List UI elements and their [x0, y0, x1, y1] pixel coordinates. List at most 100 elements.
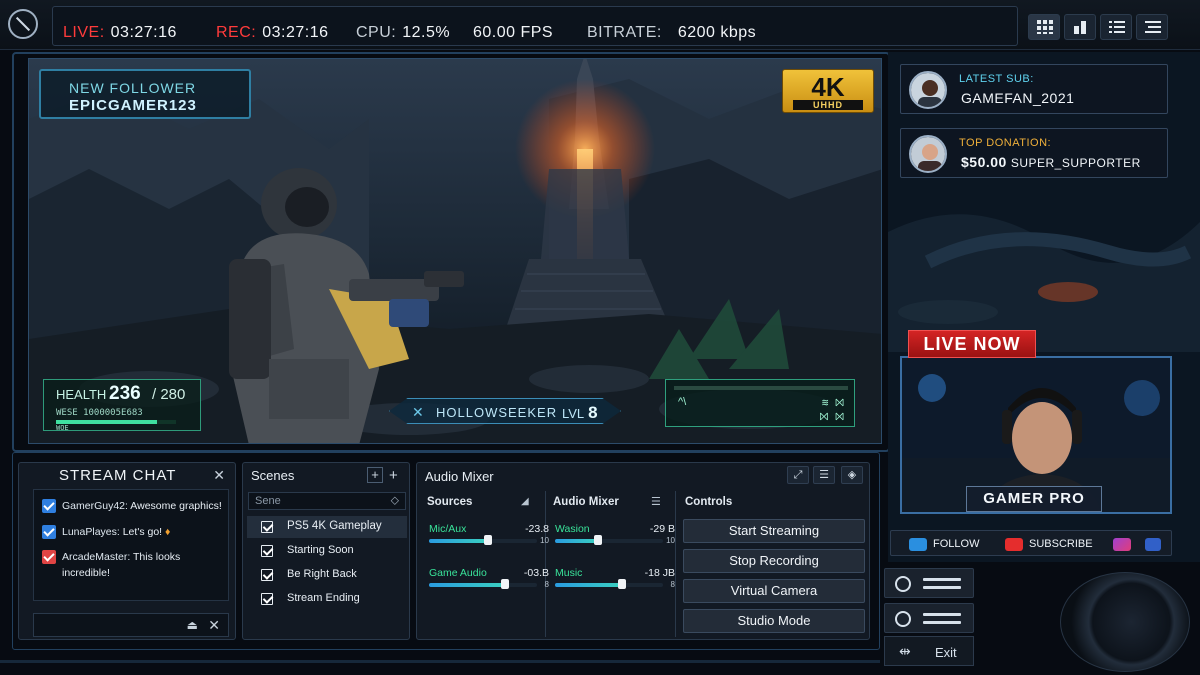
studio-mode-button[interactable]: Studio Mode [683, 609, 865, 633]
volume-slider-handle[interactable] [594, 535, 603, 545]
volume-slider-handle[interactable] [500, 579, 509, 589]
volume-meter [555, 539, 663, 543]
app-logo-icon[interactable] [8, 9, 38, 39]
clock-icon [895, 611, 911, 627]
chevron-updown-icon: ⬦ [390, 493, 399, 507]
speaker-icon: ◢ [521, 496, 529, 507]
right-overlay-column: LATEST SUB: GAMEFAN_2021 TOP DONATION: $… [888, 52, 1200, 562]
volume-meter [555, 583, 663, 587]
live-timer: 03:27:16 [110, 24, 177, 41]
rec-timer: 03:27:16 [262, 24, 329, 41]
scenes-title: Scenes [251, 468, 295, 483]
scene-filter-select[interactable]: Sene ⬦ [248, 492, 406, 510]
settings-toggle-button[interactable] [884, 603, 974, 633]
speaker-decoration [1060, 572, 1190, 672]
circle-icon [895, 576, 911, 592]
instagram-icon [1113, 537, 1131, 551]
live-now-badge: LIVE NOW [908, 330, 1036, 358]
chat-message: ArcadeMaster: This looks incredible! [42, 549, 222, 581]
chat-message-list[interactable]: GamerGuy42: Awesome graphics! LunaPlayes… [33, 489, 229, 601]
subscribe-button[interactable]: SUBSCRIBE [1005, 534, 1093, 554]
scene-item-starting-soon[interactable]: Starting Soon [247, 540, 407, 562]
social-links-bar: FOLLOW SUBSCRIBE [890, 530, 1172, 556]
facebook-icon [1145, 537, 1161, 551]
menu-view-button[interactable] [1136, 14, 1168, 40]
checkbox-icon[interactable] [261, 545, 273, 557]
clear-icon[interactable]: ✕ [208, 617, 220, 634]
chat-message: LunaPlayes: Let's go! ♦ [42, 524, 170, 540]
chat-input[interactable]: ⏏ ✕ [33, 613, 229, 637]
list-icon [1109, 21, 1125, 33]
scene-item-ps5-gameplay[interactable]: PS5 4K Gameplay [247, 516, 407, 538]
status-frame: LIVE: 03:27:16 REC: 03:27:16 CPU: 12.5% 60.… [52, 6, 1018, 46]
stream-chat-panel: STREAM CHAT ✕ GamerGuy42: Awesome graphi… [18, 462, 236, 640]
emote-icon: ♦ [165, 526, 171, 538]
menu-icon [1145, 21, 1161, 33]
volume-meter [429, 583, 537, 587]
check-icon [42, 550, 56, 564]
channel-game-audio: Game Audio -03.B 8 [429, 567, 549, 589]
game-preview[interactable]: NEW FOLLOWER EPICGAMER123 4K UHHD HEALTH… [28, 58, 882, 444]
new-follower-alert: NEW FOLLOWER EPICGAMER123 [39, 69, 251, 119]
layout-view-button[interactable] [1064, 14, 1096, 40]
link-icon[interactable]: ⤢ [787, 466, 809, 484]
instagram-button[interactable] [1113, 534, 1137, 554]
top-donation-card: TOP DONATION: $50.00 SUPER_SUPPORTER [900, 128, 1168, 178]
status-bar: LIVE: 03:27:16 REC: 03:27:16 CPU: 12.5% 60.… [0, 0, 1200, 50]
player-level: LVL 8 [562, 403, 598, 422]
follow-icon [909, 537, 927, 551]
exit-button[interactable]: ⇹ Exit [884, 636, 974, 666]
channel-wasion: Wasion -29 B 10 [555, 523, 675, 545]
checkbox-icon[interactable] [261, 593, 273, 605]
volume-slider-handle[interactable] [484, 535, 493, 545]
start-streaming-button[interactable]: Start Streaming [683, 519, 865, 543]
list-icon[interactable]: ☰ [813, 466, 835, 484]
arrows-icon: ⇹ [899, 643, 911, 659]
minimap-hud: ^\ ≋ ⨝ ⨝ ⨝ [665, 379, 855, 427]
scene-item-stream-ending[interactable]: Stream Ending [247, 588, 407, 610]
layers-icon[interactable]: ◈ [841, 466, 863, 484]
virtual-camera-button[interactable]: Virtual Camera [683, 579, 865, 603]
channel-mic-aux: Mic/Aux -23.8 10 [429, 523, 549, 545]
audio-mixer-panel: Audio Mixer ⤢ ☰ ◈ Sources ◢ Audio Mixer … [416, 462, 870, 640]
record-toggle-button[interactable] [884, 568, 974, 598]
subscriber-avatar [909, 71, 947, 109]
volume-slider-handle[interactable] [617, 579, 626, 589]
cpu-status: CPU: 12.5% [356, 24, 451, 41]
rec-status: REC: 03:27:16 [216, 24, 329, 41]
bottom-accent-line [0, 660, 880, 663]
fps-status: 60.00 FPS [473, 24, 554, 41]
bell-icon[interactable]: ⏏ [187, 618, 198, 632]
scenes-panel: Scenes + + Sene ⬦ PS5 4K Gameplay Starti… [242, 462, 410, 640]
checkbox-icon[interactable] [261, 521, 273, 533]
add-scene-button[interactable]: + [367, 467, 383, 483]
stop-recording-button[interactable]: Stop Recording [683, 549, 865, 573]
checkbox-icon[interactable] [261, 569, 273, 581]
player-nameplate: ✕ HOLLOWSEEKER LVL 8 [389, 398, 621, 424]
facebook-button[interactable] [1145, 534, 1167, 554]
4k-badge: 4K UHHD [782, 69, 874, 113]
menu-icon[interactable]: ☰ [651, 495, 661, 508]
follow-button[interactable]: FOLLOW [909, 534, 979, 554]
youtube-icon [1005, 537, 1023, 551]
bar-chart-icon [1074, 21, 1086, 34]
chat-title: STREAM CHAT [59, 467, 177, 484]
scene-item-be-right-back[interactable]: Be Right Back [247, 564, 407, 586]
donor-avatar [909, 135, 947, 173]
emblem-icon: ✕ [412, 404, 424, 420]
grid-icon [1037, 20, 1053, 34]
volume-meter [429, 539, 537, 543]
close-icon[interactable]: ✕ [213, 467, 225, 484]
mixer-title: Audio Mixer [425, 469, 494, 484]
bitrate-status: BITRATE: 6200 kbps [587, 24, 757, 41]
check-icon [42, 525, 56, 539]
live-status: LIVE: 03:27:16 [63, 24, 177, 41]
add-icon[interactable]: + [389, 467, 398, 484]
list-view-button[interactable] [1100, 14, 1132, 40]
channel-music: Music -18 JB 8 [555, 567, 675, 589]
health-hud: HEALTH 236 / 280 WESE 1000005E683 WOE [43, 379, 201, 432]
health-bar-fill [56, 420, 158, 424]
latest-sub-card: LATEST SUB: GAMEFAN_2021 [900, 64, 1168, 114]
grid-view-button[interactable] [1028, 14, 1060, 40]
streamer-name-plate: GAMER PRO [966, 486, 1102, 512]
